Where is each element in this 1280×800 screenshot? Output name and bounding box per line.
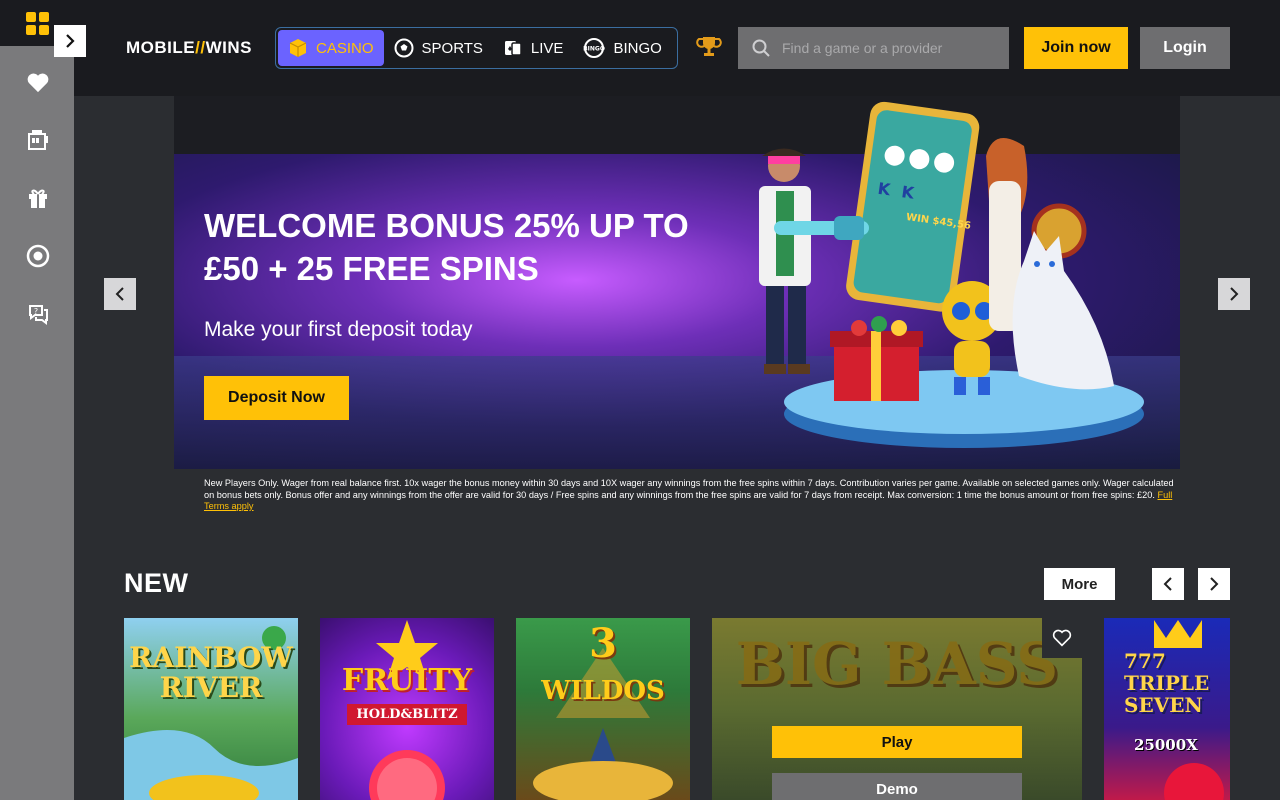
tab-bingo-label: BINGO: [613, 39, 662, 57]
game-title: RAINBOW RIVER: [129, 641, 293, 704]
tab-live-label: LIVE: [530, 39, 564, 57]
game-title: 3: [589, 620, 617, 667]
game-title: BIG BASS: [735, 630, 1059, 698]
game-subtitle: WILDOS: [541, 676, 665, 706]
join-now-button[interactable]: Join now: [1024, 27, 1128, 69]
heart-icon[interactable]: [22, 67, 54, 99]
hero-subtitle: Make your first deposit today: [204, 318, 473, 341]
game-tile-rainbow-river[interactable]: RAINBOW RIVER: [124, 618, 298, 800]
game-tile-3-wildos[interactable]: 3 WILDOS: [516, 618, 690, 800]
game-title: FRUITY: [341, 663, 473, 698]
trophy-icon[interactable]: [696, 34, 724, 62]
bingo-icon: BINGO: [584, 38, 606, 58]
hero-illustration: K K WIN $45,56: [759, 101, 1144, 448]
hero-prev-button[interactable]: [104, 278, 136, 310]
sidebar: ?: [0, 0, 74, 800]
tab-live[interactable]: LIVE: [493, 30, 574, 66]
tab-bingo[interactable]: BINGO BINGO: [573, 30, 671, 66]
product-nav: CASINO SPORTS LIVE BINGO BINGO: [275, 27, 678, 69]
favorite-button[interactable]: [1042, 618, 1082, 658]
header: MOBILE//WINS CASINO SPORTS LIVE BINGO BI…: [74, 0, 1280, 96]
game-tile-triple-seven[interactable]: 777 TRIPLE SEVEN 25000X: [1104, 618, 1230, 800]
section-title-new: NEW: [124, 568, 189, 598]
game-tile-big-bass[interactable]: BIG BASS Play Demo: [712, 618, 1082, 800]
demo-button[interactable]: Demo: [772, 773, 1022, 800]
casino-cube-icon: [289, 39, 307, 57]
sidebar-expand-button[interactable]: [54, 25, 86, 57]
logo-text-left: MOBILE: [126, 38, 196, 57]
logo-slash: //: [195, 38, 206, 57]
hero-banner: K K WIN $45,56 WELCOME BONUS 25% UP TO £…: [174, 96, 1180, 469]
tab-casino-label: CASINO: [316, 39, 374, 57]
games-prev-button[interactable]: [1152, 568, 1184, 600]
heart-outline-icon: [1052, 629, 1072, 647]
login-button[interactable]: Login: [1140, 27, 1230, 69]
logo-text-right: WINS: [205, 38, 252, 57]
game-subtitle: 25000X: [1134, 736, 1198, 754]
bonus-terms: New Players Only. Wager from real balanc…: [204, 478, 1180, 513]
logo[interactable]: MOBILE//WINS: [126, 38, 252, 58]
hero-next-button[interactable]: [1218, 278, 1250, 310]
search-input[interactable]: [782, 40, 1002, 56]
chevron-right-icon: [66, 34, 75, 48]
search-icon: [752, 39, 770, 57]
live-cards-icon: [504, 41, 522, 56]
chevron-left-icon: [115, 287, 124, 301]
football-icon: [394, 38, 414, 58]
tab-casino[interactable]: CASINO: [278, 30, 384, 66]
svg-text:BINGO: BINGO: [584, 46, 606, 53]
search-bar: [738, 27, 1009, 69]
game-tile-fruity[interactable]: FRUITY HOLD&BLITZ: [320, 618, 494, 800]
tab-sports[interactable]: SPORTS: [384, 30, 493, 66]
more-button[interactable]: More: [1044, 568, 1115, 600]
gift-icon[interactable]: [22, 182, 54, 214]
games-next-button[interactable]: [1198, 568, 1230, 600]
chevron-right-icon: [1210, 577, 1219, 591]
terms-text: New Players Only. Wager from real balanc…: [204, 478, 1174, 500]
hero-title: WELCOME BONUS 25% UP TO £50 + 25 FREE SP…: [204, 207, 689, 287]
help-chat-icon[interactable]: ?: [22, 298, 54, 330]
chevron-right-icon: [1230, 287, 1239, 301]
chip-icon[interactable]: [22, 240, 54, 272]
game-subtitle: HOLD&BLITZ: [347, 704, 467, 725]
game-title: 777 TRIPLE SEVEN: [1124, 649, 1210, 717]
svg-text:?: ?: [34, 307, 38, 316]
tab-sports-label: SPORTS: [421, 39, 483, 57]
deposit-now-button[interactable]: Deposit Now: [204, 376, 349, 420]
play-button[interactable]: Play: [772, 726, 1022, 758]
slot-machine-icon[interactable]: [22, 124, 54, 156]
chevron-left-icon: [1163, 577, 1172, 591]
grid-icon[interactable]: [26, 12, 50, 36]
